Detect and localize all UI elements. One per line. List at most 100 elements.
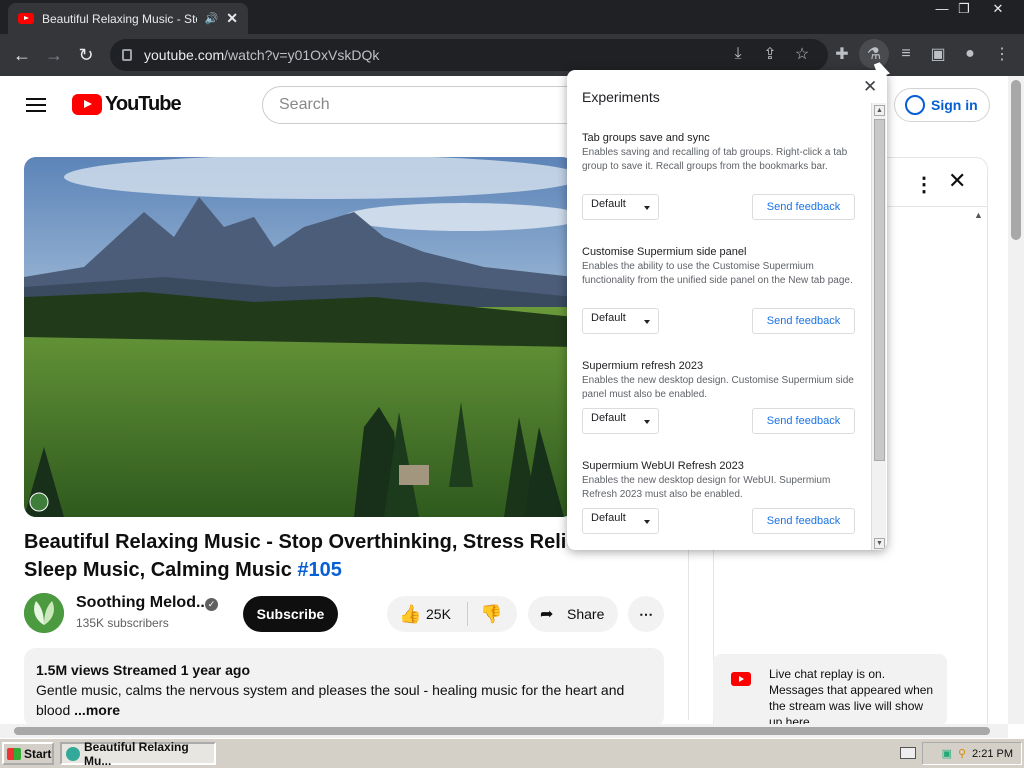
- search-tray-icon[interactable]: ⚲: [958, 747, 966, 760]
- experiments-popup: Experiments ✕ Tab groups save and sync E…: [567, 70, 887, 550]
- youtube-notice-icon: [731, 672, 751, 686]
- more-actions-icon[interactable]: ⋯: [628, 596, 664, 632]
- chat-scroll-up-icon[interactable]: ▲: [974, 210, 983, 220]
- thumbs-down-icon[interactable]: 👎: [480, 604, 502, 625]
- taskbar-window-button[interactable]: Beautiful Relaxing Mu...: [60, 740, 216, 768]
- side-panel-icon[interactable]: ▣: [923, 39, 953, 69]
- lock-icon: [122, 49, 132, 61]
- channel-avatar[interactable]: [24, 593, 64, 633]
- clock[interactable]: 2:21 PM: [972, 748, 1013, 760]
- chat-close-icon[interactable]: ✕: [948, 168, 966, 194]
- share-button[interactable]: ➦ Share: [528, 596, 618, 632]
- send-feedback-button[interactable]: Send feedback: [752, 408, 855, 434]
- live-chat-notice: Live chat replay is on. Messages that ap…: [713, 654, 947, 729]
- experiments-close-icon[interactable]: ✕: [863, 77, 877, 97]
- like-divider: [467, 602, 468, 626]
- thumbs-up-icon[interactable]: 👍: [399, 604, 421, 625]
- youtube-logo[interactable]: YouTube: [72, 93, 182, 116]
- scrollbar-thumb[interactable]: [14, 727, 990, 735]
- start-label: Start: [24, 746, 52, 761]
- leaf-logo-icon: [24, 593, 64, 633]
- profile-avatar-icon[interactable]: ●: [955, 39, 985, 69]
- scroll-down-arrow-icon[interactable]: ▼: [874, 538, 885, 549]
- system-tray: ▣ ⚲ 2:21 PM: [922, 742, 1022, 765]
- hashtag-link[interactable]: #105: [297, 559, 342, 581]
- live-chat-text: Live chat replay is on. Messages that ap…: [769, 667, 934, 729]
- experiment-select[interactable]: Default: [582, 408, 659, 434]
- extensions-icon[interactable]: ✚: [827, 39, 857, 69]
- media-control-icon[interactable]: ≡: [891, 39, 921, 69]
- send-feedback-button[interactable]: Send feedback: [752, 308, 855, 334]
- browser-tab[interactable]: Beautiful Relaxing Music - Stop 🔊 ✕: [8, 3, 248, 34]
- experiment-name: Customise Supermium side panel: [582, 246, 747, 258]
- audio-playing-icon[interactable]: 🔊: [205, 12, 219, 25]
- share-label: Share: [567, 606, 605, 622]
- like-count[interactable]: 25K: [426, 606, 451, 622]
- menu-icon[interactable]: [26, 98, 46, 112]
- experiment-select[interactable]: Default: [582, 194, 659, 220]
- restore-icon[interactable]: ❐: [948, 0, 980, 18]
- experiment-select-value: Default: [591, 312, 626, 324]
- experiment-description: Enables the ability to use the Customise…: [582, 261, 853, 286]
- share-arrow-icon: ➦: [540, 606, 554, 623]
- install-app-icon[interactable]: ⤓: [723, 39, 753, 69]
- description-line2: blood ...more: [36, 700, 652, 720]
- experiment-select[interactable]: Default: [582, 308, 659, 334]
- youtube-favicon-icon: [18, 13, 34, 24]
- window-close-icon[interactable]: ✕: [982, 0, 1014, 18]
- experiment-select-value: Default: [591, 198, 626, 210]
- network-icon[interactable]: ▣: [942, 747, 952, 760]
- dropdown-caret-icon: [644, 520, 650, 524]
- windows-flag-icon: [7, 747, 21, 760]
- share-page-icon[interactable]: ⇪: [755, 39, 785, 69]
- video-title-line2-text: Sleep Music, Calming Music: [24, 559, 292, 581]
- experiments-scrollbar[interactable]: ▲ ▼: [871, 103, 886, 550]
- forward-icon[interactable]: →: [38, 39, 70, 71]
- experiment-item: Customise Supermium side panel Enables t…: [582, 246, 857, 334]
- dropdown-caret-icon: [644, 206, 650, 210]
- video-title-line1: Beautiful Relaxing Music - Stop Overthin…: [24, 531, 607, 553]
- browser-menu-icon[interactable]: ⋮: [987, 39, 1017, 69]
- experiments-title: Experiments: [582, 89, 660, 105]
- channel-name[interactable]: Soothing Melod...: [76, 594, 209, 612]
- experiment-name: Tab groups save and sync: [582, 132, 710, 144]
- keyboard-icon[interactable]: [900, 747, 916, 759]
- show-more-link[interactable]: ...more: [74, 702, 120, 718]
- scrollbar-thumb[interactable]: [1011, 80, 1021, 240]
- address-bar[interactable]: youtube.com/watch?v=y01OxVskDQk: [110, 39, 828, 71]
- column-divider: [688, 520, 689, 720]
- experiment-description: Enables saving and recalling of tab grou…: [582, 147, 848, 172]
- sign-in-button[interactable]: Sign in: [894, 88, 990, 122]
- page-horizontal-scrollbar[interactable]: [0, 724, 1008, 738]
- url-path: /watch?v=y01OxVskDQk: [224, 47, 380, 63]
- browser-title-bar: Beautiful Relaxing Music - Stop 🔊 ✕ — ❐ …: [0, 0, 1024, 34]
- send-feedback-button[interactable]: Send feedback: [752, 508, 855, 534]
- sign-in-label: Sign in: [931, 97, 978, 113]
- video-player[interactable]: [24, 157, 574, 517]
- send-feedback-button[interactable]: Send feedback: [752, 194, 855, 220]
- back-icon[interactable]: ←: [6, 39, 38, 71]
- tab-close-icon[interactable]: ✕: [226, 10, 238, 27]
- start-button[interactable]: Start: [2, 742, 54, 765]
- experiment-select[interactable]: Default: [582, 508, 659, 534]
- scroll-up-arrow-icon[interactable]: ▲: [874, 105, 885, 116]
- chat-options-icon[interactable]: ⋮: [914, 172, 934, 197]
- like-dislike-group: 👍 25K 👎: [387, 596, 517, 632]
- description-line1: Gentle music, calms the nervous system a…: [36, 682, 625, 698]
- experiment-name: Supermium WebUI Refresh 2023: [582, 460, 744, 472]
- experiment-item: Tab groups save and sync Enables saving …: [582, 132, 857, 220]
- youtube-logo-text: YouTube: [105, 93, 182, 115]
- description-line2-text: blood: [36, 702, 75, 718]
- bookmark-star-icon[interactable]: ☆: [787, 39, 817, 69]
- subscribe-button[interactable]: Subscribe: [243, 596, 338, 632]
- experiment-description: Enables the new desktop design for WebUI…: [582, 475, 831, 500]
- page-vertical-scrollbar[interactable]: [1008, 76, 1024, 724]
- view-stats: 1.5M views Streamed 1 year ago: [36, 662, 250, 678]
- search-input[interactable]: Search: [262, 86, 582, 124]
- subscriber-count: 135K subscribers: [76, 616, 169, 630]
- reload-icon[interactable]: ↻: [70, 39, 102, 71]
- user-icon: [905, 95, 925, 115]
- windows-taskbar: Start Beautiful Relaxing Mu... ▣ ⚲ 2:21 …: [0, 738, 1024, 768]
- experiments-scroll-thumb[interactable]: [874, 119, 885, 461]
- description-box[interactable]: 1.5M views Streamed 1 year ago Gentle mu…: [24, 648, 664, 728]
